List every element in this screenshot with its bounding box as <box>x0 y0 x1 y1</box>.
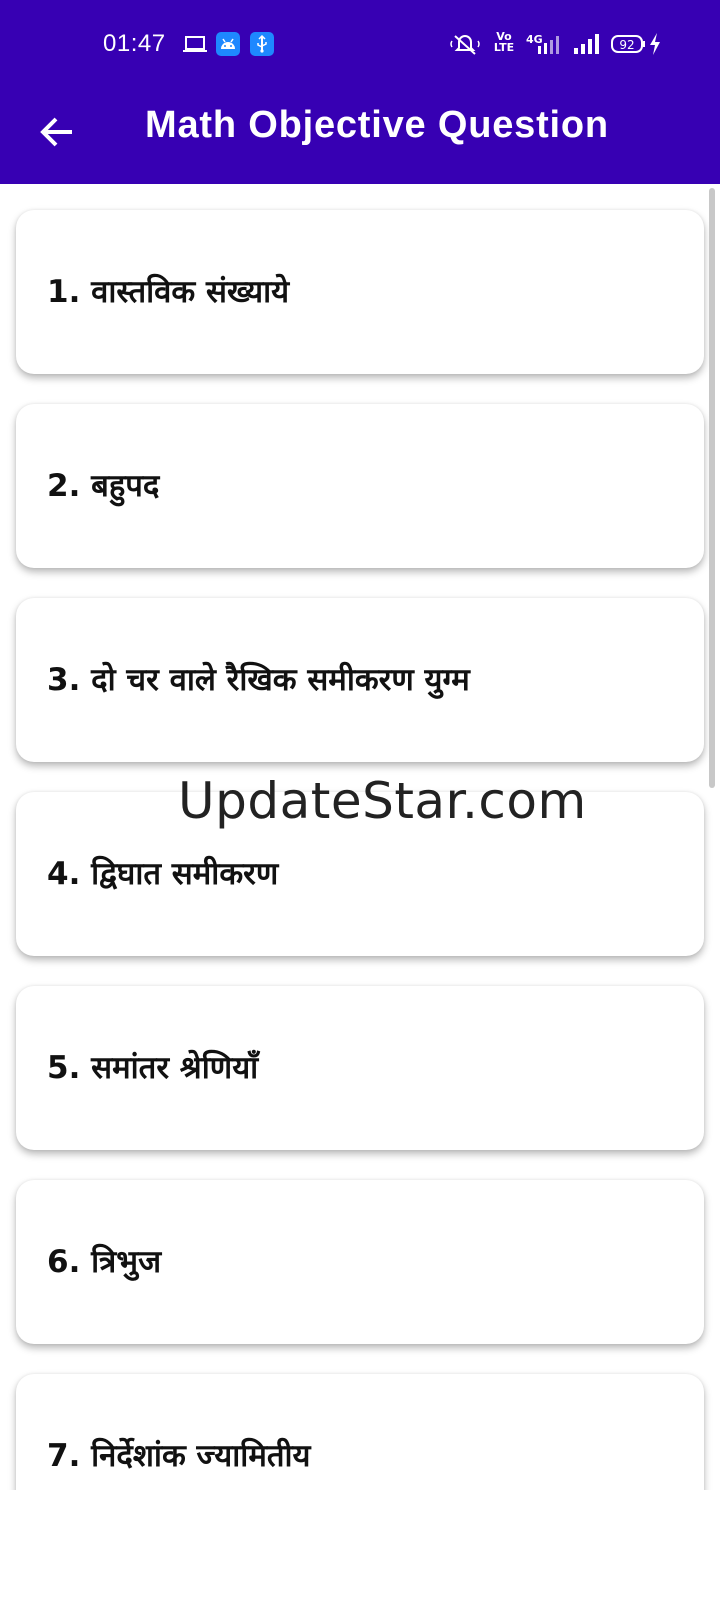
page-title: Math Objective Question <box>145 104 609 146</box>
chapter-card-7[interactable]: 7. निर्देशांक ज्यामितीय <box>16 1374 704 1490</box>
app-bar: 01:47 Vo LTE 4G 92 Math Objective Questi… <box>0 0 720 184</box>
chapter-card-3[interactable]: 3. दो चर वाले रैखिक समीकरण युग्म <box>16 598 704 762</box>
chapter-label: 6. त्रिभुज <box>47 1244 162 1280</box>
chapter-card-5[interactable]: 5. समांतर श्रेणियाँ <box>16 986 704 1150</box>
status-bar: 01:47 Vo LTE 4G 92 <box>0 18 720 72</box>
watermark: UpdateStar.com <box>178 772 587 830</box>
scrollbar[interactable] <box>709 188 715 788</box>
toolbar: Math Objective Question <box>0 90 720 174</box>
signal-icon <box>572 32 602 60</box>
status-time: 01:47 <box>103 30 166 57</box>
chapter-card-2[interactable]: 2. बहुपद <box>16 404 704 568</box>
back-button[interactable] <box>38 112 78 152</box>
android-icon <box>216 32 240 56</box>
chapter-label: 1. वास्तविक संख्याये <box>47 274 290 310</box>
battery-level: 92 <box>619 38 634 52</box>
battery-icon: 92 <box>611 32 647 60</box>
chapter-label: 4. द्विघात समीकरण <box>47 856 279 892</box>
arrow-left-icon <box>40 117 72 147</box>
chapter-card-6[interactable]: 6. त्रिभुज <box>16 1180 704 1344</box>
laptop-icon <box>182 32 208 60</box>
chapter-label: 5. समांतर श्रेणियाँ <box>47 1050 259 1086</box>
usb-icon <box>250 32 274 56</box>
chapter-label: 3. दो चर वाले रैखिक समीकरण युग्म <box>47 662 470 698</box>
charging-icon <box>648 32 662 60</box>
network-type-label: 4G <box>526 33 543 46</box>
volte-icon: Vo LTE <box>493 30 515 54</box>
chapter-label: 7. निर्देशांक ज्यामितीय <box>47 1438 311 1474</box>
chapter-card-1[interactable]: 1. वास्तविक संख्याये <box>16 210 704 374</box>
signal-4g-icon: 4G <box>524 32 560 60</box>
mute-icon <box>450 32 480 60</box>
chapter-label: 2. बहुपद <box>47 468 160 504</box>
chapter-list[interactable]: 1. वास्तविक संख्याये 2. बहुपद 3. दो चर व… <box>0 184 720 1490</box>
